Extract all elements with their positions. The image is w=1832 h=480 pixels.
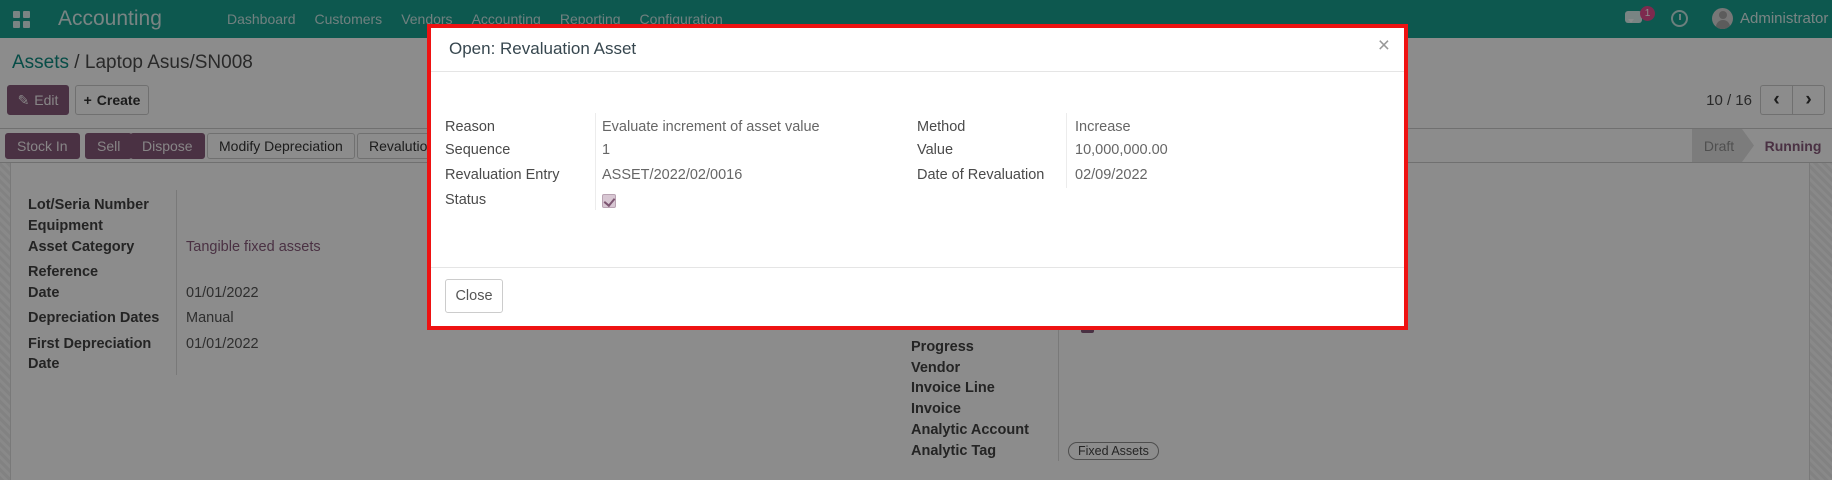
value-value: 10,000,000.00 <box>1075 142 1168 158</box>
revaluation-asset-modal: Open: Revaluation Asset × Reason Evaluat… <box>427 24 1408 330</box>
date-of-revaluation-value: 02/09/2022 <box>1075 167 1148 183</box>
sequence-value: 1 <box>602 142 611 158</box>
reason-label: Reason <box>445 119 495 135</box>
revaluation-entry-label: Revaluation Entry <box>445 167 560 183</box>
modal-header: Open: Revaluation Asset × <box>431 28 1404 72</box>
reason-value: Evaluate increment of asset value <box>602 119 820 135</box>
revaluation-entry-link[interactable]: ASSET/2022/02/0016 <box>602 166 742 184</box>
close-icon[interactable]: × <box>1378 34 1390 58</box>
method-label: Method <box>917 119 966 135</box>
sequence-label: Sequence <box>445 142 511 158</box>
date-of-revaluation-label: Date of Revaluation <box>917 167 1045 183</box>
modal-title: Open: Revaluation Asset <box>449 39 637 58</box>
modal-body: Reason Evaluate increment of asset value… <box>431 72 1404 267</box>
status-label: Status <box>445 192 487 208</box>
value-label: Value <box>917 142 954 158</box>
close-button[interactable]: Close <box>445 279 503 313</box>
modal-footer: Close <box>431 267 1404 326</box>
method-value: Increase <box>1075 119 1131 135</box>
modal-left-separator <box>595 113 596 210</box>
status-checkbox[interactable] <box>602 194 616 208</box>
